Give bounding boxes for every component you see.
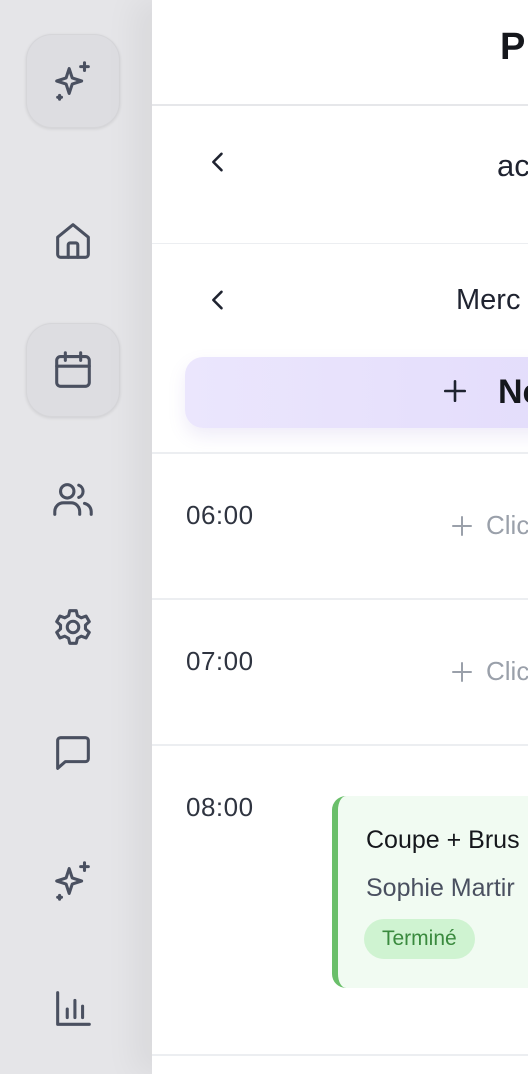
add-appointment-label: Clic [486, 656, 528, 686]
slot-time: 06:00 [186, 500, 254, 530]
sidebar-item-ai-2[interactable] [26, 834, 120, 928]
plus-icon [452, 515, 472, 536]
sparkles-icon [55, 861, 90, 901]
period-label: ac [497, 148, 528, 183]
slot-time: 07:00 [186, 646, 254, 676]
sidebar-item-clients[interactable] [26, 452, 120, 546]
top-bar: Pl [152, 0, 528, 106]
chart-icon [56, 991, 91, 1026]
status-badge: Terminé [364, 919, 475, 959]
sidebar-item-calendar[interactable] [26, 323, 120, 417]
app-root: Pl ac Merc Nc [0, 0, 528, 1074]
date-nav: Merc [152, 244, 528, 354]
page-title: Pl [500, 26, 528, 68]
add-appointment-link[interactable]: Clic [450, 510, 528, 541]
period-nav: ac [152, 106, 528, 244]
new-appointment-label: Nc [498, 373, 528, 411]
settings-icon [55, 609, 91, 645]
chevron-left-icon [212, 152, 223, 172]
prev-day-button[interactable] [204, 286, 232, 314]
main-panel: Pl ac Merc Nc [152, 0, 528, 1074]
sidebar-item-settings[interactable] [26, 580, 120, 674]
current-date-label: Merc [456, 284, 521, 316]
appointment-client: Sophie Martir [366, 874, 515, 902]
new-appointment-button[interactable]: Nc [185, 357, 528, 428]
time-slot: 07:00 Clic [152, 598, 528, 744]
sidebar-item-ai[interactable] [26, 34, 120, 128]
users-icon [53, 483, 93, 516]
sidebar-item-stats[interactable] [26, 962, 120, 1056]
add-appointment-label: Clic [486, 510, 528, 540]
time-slot: 06:00 Clic [152, 452, 528, 598]
chevron-left-icon [212, 290, 223, 310]
home-icon [56, 223, 90, 259]
slot-time: 08:00 [186, 792, 254, 822]
prev-period-button[interactable] [204, 148, 232, 176]
appointment-card[interactable]: Coupe + Brus Sophie Martir Terminé [332, 796, 528, 988]
calendar-icon [55, 351, 91, 388]
plus-icon [435, 371, 475, 411]
sidebar [0, 0, 152, 1074]
sidebar-item-home[interactable] [26, 194, 120, 288]
chat-icon [56, 736, 90, 770]
add-appointment-link[interactable]: Clic [450, 656, 528, 687]
sparkles-icon [55, 61, 90, 101]
sidebar-item-messages[interactable] [26, 706, 120, 800]
appointment-service: Coupe + Brus [366, 826, 520, 854]
plus-icon [452, 661, 472, 682]
divider [152, 1054, 528, 1056]
